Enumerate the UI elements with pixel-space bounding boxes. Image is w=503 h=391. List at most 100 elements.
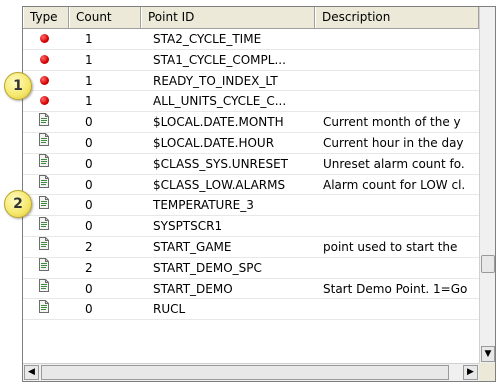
document-icon bbox=[39, 279, 49, 299]
column-header-type[interactable]: Type bbox=[23, 7, 69, 28]
scroll-down-button[interactable]: ▼ bbox=[481, 346, 495, 362]
point-id-cell: STA1_CYCLE_COMPL... bbox=[153, 52, 286, 67]
type-cell bbox=[23, 237, 65, 257]
point-id-cell: RUCL bbox=[153, 302, 186, 317]
point-id-cell: TEMPERATURE_3 bbox=[153, 198, 254, 213]
point-table: Type Count Point ID Description 1 STA2_CY… bbox=[23, 7, 479, 363]
type-cell bbox=[23, 112, 65, 132]
count-cell: 0 bbox=[85, 281, 93, 296]
point-id-cell: SYSPTSCR1 bbox=[153, 219, 223, 234]
point-list-panel: Type Count Point ID Description 1 STA2_CY… bbox=[22, 6, 496, 382]
table-row[interactable]: 0 $CLASS_SYS.UNRESET Unreset alarm count f… bbox=[23, 154, 479, 175]
point-id-cell: START_GAME bbox=[153, 239, 232, 254]
description-cell bbox=[319, 29, 479, 49]
point-id-cell: $LOCAL.DATE.MONTH bbox=[153, 115, 284, 130]
table-row[interactable]: 2 START_GAME point used to start the bbox=[23, 237, 479, 258]
document-icon bbox=[39, 154, 49, 174]
table-row[interactable]: 2 START_DEMO_SPC bbox=[23, 258, 479, 279]
scrollbar-corner bbox=[479, 363, 495, 381]
column-header-count[interactable]: Count bbox=[69, 7, 141, 28]
description-cell bbox=[319, 50, 479, 70]
document-icon bbox=[39, 175, 49, 195]
type-cell bbox=[23, 175, 65, 195]
type-cell bbox=[23, 279, 65, 299]
description-cell: Alarm count for LOW cl. bbox=[323, 177, 466, 192]
count-cell: 0 bbox=[85, 115, 93, 130]
description-cell bbox=[319, 71, 479, 91]
description-cell bbox=[319, 299, 479, 319]
count-cell: 2 bbox=[85, 239, 93, 254]
point-id-cell: STA2_CYCLE_TIME bbox=[153, 32, 262, 46]
description-cell bbox=[319, 91, 479, 111]
callout-badge-1: 1 bbox=[4, 72, 32, 100]
count-cell: 1 bbox=[85, 94, 93, 109]
point-id-cell: $LOCAL.DATE.HOUR bbox=[153, 135, 275, 150]
description-cell bbox=[319, 258, 479, 278]
table-row[interactable]: 1 READY_TO_INDEX_LT bbox=[23, 71, 479, 92]
table-row[interactable]: 1 ALL_UNITS_CYCLE_C... bbox=[23, 91, 479, 113]
red-dot-icon bbox=[39, 96, 49, 106]
type-cell bbox=[23, 29, 65, 49]
type-cell bbox=[23, 50, 65, 70]
description-cell: Start Demo Point. 1=Go bbox=[323, 281, 468, 296]
red-dot-icon bbox=[39, 75, 49, 85]
type-cell bbox=[23, 299, 65, 319]
count-cell: 0 bbox=[85, 302, 93, 317]
point-id-cell: READY_TO_INDEX_LT bbox=[153, 73, 278, 88]
table-row[interactable]: 1 STA1_CYCLE_COMPL... bbox=[23, 50, 479, 71]
count-cell: 1 bbox=[85, 73, 93, 88]
document-icon bbox=[39, 237, 49, 257]
description-cell: Unreset alarm count fo. bbox=[323, 156, 465, 171]
count-cell: 1 bbox=[85, 52, 93, 67]
count-cell: 0 bbox=[85, 156, 93, 171]
description-cell bbox=[319, 195, 479, 215]
type-cell bbox=[23, 91, 65, 111]
document-icon bbox=[39, 112, 49, 132]
count-cell: 0 bbox=[85, 198, 93, 213]
table-row[interactable]: 0 START_DEMO Start Demo Point. 1=Go bbox=[23, 279, 479, 300]
table-row[interactable]: 0 $CLASS_LOW.ALARMS Alarm count for LOW cl… bbox=[23, 175, 479, 196]
count-cell: 0 bbox=[85, 135, 93, 150]
point-id-cell: START_DEMO bbox=[153, 281, 233, 296]
type-cell bbox=[23, 154, 65, 174]
table-row[interactable]: 0 SYSPTSCR1 bbox=[23, 216, 479, 237]
description-cell: point used to start the bbox=[323, 239, 458, 254]
table-header: Type Count Point ID Description bbox=[23, 7, 479, 29]
table-row[interactable]: 0 $LOCAL.DATE.MONTH Current month of the y bbox=[23, 112, 479, 133]
table-row[interactable]: 1 STA2_CYCLE_TIME bbox=[23, 29, 479, 50]
callout-badge-2: 2 bbox=[4, 190, 32, 218]
table-body: 1 STA2_CYCLE_TIME 1 STA1_CYCLE_COMPL... 1 REA… bbox=[23, 29, 479, 321]
column-header-description[interactable]: Description bbox=[315, 7, 479, 28]
count-cell: 2 bbox=[85, 260, 93, 275]
point-id-cell: $CLASS_SYS.UNRESET bbox=[153, 156, 289, 171]
vertical-scroll-thumb[interactable] bbox=[481, 255, 495, 273]
description-cell bbox=[319, 216, 479, 236]
count-cell: 0 bbox=[85, 219, 93, 234]
document-icon bbox=[39, 258, 49, 278]
vertical-scrollbar[interactable]: ▼ bbox=[479, 7, 495, 363]
table-row[interactable]: 0 TEMPERATURE_3 bbox=[23, 195, 479, 217]
red-dot-icon bbox=[39, 54, 49, 64]
scroll-left-button[interactable]: ◀ bbox=[24, 365, 39, 380]
description-cell: Current hour in the day bbox=[323, 135, 464, 150]
horizontal-scrollbar[interactable]: ◀ ▶ bbox=[23, 363, 479, 381]
type-cell bbox=[23, 258, 65, 278]
point-id-cell: $CLASS_LOW.ALARMS bbox=[153, 177, 286, 192]
description-cell: Current month of the y bbox=[323, 115, 461, 130]
document-icon bbox=[39, 195, 49, 215]
table-row[interactable]: 0 RUCL bbox=[23, 299, 479, 321]
type-cell bbox=[23, 216, 65, 236]
document-icon bbox=[39, 216, 49, 236]
type-cell bbox=[23, 133, 65, 153]
document-icon bbox=[39, 133, 49, 153]
count-cell: 0 bbox=[85, 177, 93, 192]
scroll-right-button[interactable]: ▶ bbox=[463, 365, 478, 380]
point-id-cell: ALL_UNITS_CYCLE_C... bbox=[153, 94, 287, 109]
document-icon bbox=[39, 299, 49, 319]
point-id-cell: START_DEMO_SPC bbox=[153, 260, 262, 275]
red-dot-icon bbox=[39, 34, 49, 43]
count-cell: 1 bbox=[85, 32, 93, 46]
table-row[interactable]: 0 $LOCAL.DATE.HOUR Current hour in the day bbox=[23, 133, 479, 154]
column-header-point-id[interactable]: Point ID bbox=[141, 7, 315, 28]
horizontal-scroll-thumb[interactable] bbox=[41, 365, 449, 380]
